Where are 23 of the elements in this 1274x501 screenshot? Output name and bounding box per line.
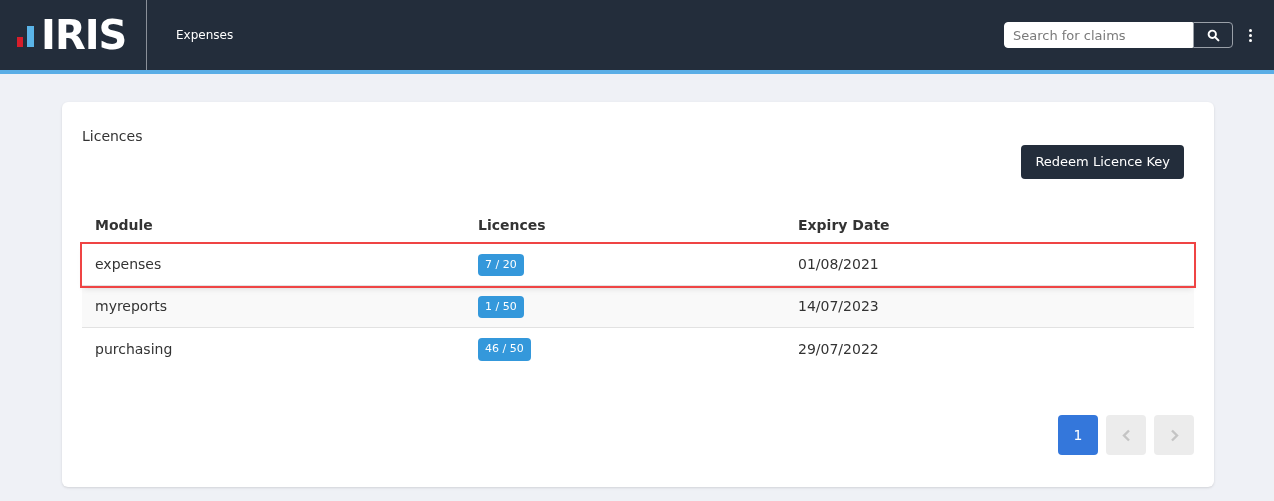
search-icon	[1206, 28, 1220, 42]
logo-bars-icon	[17, 23, 37, 47]
card-title: Licences	[82, 127, 143, 146]
redeem-licence-key-button[interactable]: Redeem Licence Key	[1021, 145, 1184, 179]
search-field[interactable]: Search for claims	[1004, 22, 1193, 48]
expiry-date-cell-text: 01/08/2021	[798, 255, 879, 274]
module-cell-text: myreports	[95, 297, 168, 316]
expiry-date-cell-text: 14/07/2023	[798, 297, 879, 316]
chevron-right-icon	[1169, 428, 1179, 442]
module-cell-text: purchasing	[95, 339, 174, 359]
column-header: Licences	[478, 215, 547, 235]
module-cell-text: expenses	[95, 255, 163, 274]
chevron-left-icon	[1121, 428, 1131, 442]
column-header: Module	[95, 215, 154, 235]
search-button[interactable]	[1193, 22, 1233, 48]
licence-count-badge: 1 / 50	[478, 295, 524, 319]
expiry-date-cell-text: 29/07/2022	[798, 339, 879, 359]
page-button[interactable]: 1	[1058, 415, 1098, 455]
column-header: Expiry Date	[798, 215, 890, 235]
nav-title[interactable]: Expenses	[176, 26, 234, 44]
licence-count-badge: 7 / 20	[478, 253, 524, 277]
logo[interactable]: IRIS	[41, 15, 127, 55]
licence-count-badge: 46 / 50	[478, 338, 531, 361]
